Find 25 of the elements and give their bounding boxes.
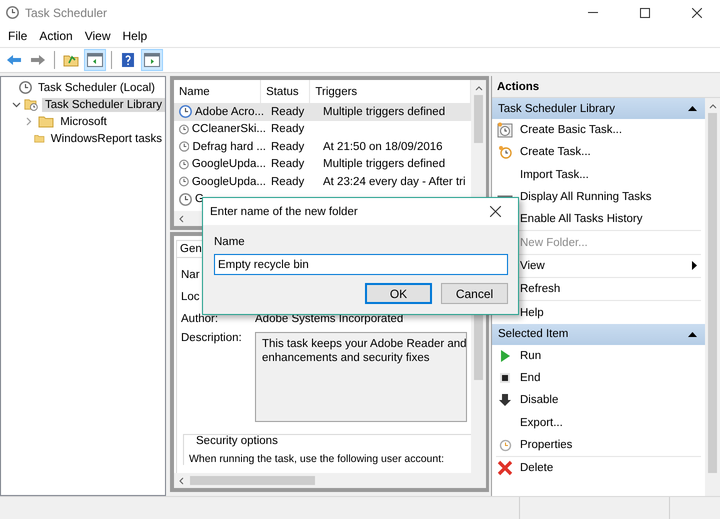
table-cell: At 21:50 on 18/09/2016 <box>323 140 443 153</box>
table-cell: Multiple triggers defined <box>323 158 446 170</box>
dialog-title: Enter name of the new folder <box>210 206 358 218</box>
security-text: When running the task, use the following user account: <box>189 453 446 465</box>
field-label: Author: <box>181 313 220 325</box>
table-cell: GoogleUpda... <box>192 176 266 188</box>
field-label: Nar <box>181 269 201 281</box>
group-title: Security options <box>194 435 280 447</box>
field-value: Adobe Systems Incorporated <box>255 313 404 325</box>
field-label: Loc <box>181 291 201 303</box>
window-title: Task Scheduler <box>25 6 108 20</box>
table-cell: Ready <box>271 158 304 170</box>
table-cell: Ready <box>271 106 304 118</box>
table-cell: Multiple triggers defined <box>323 106 446 118</box>
table-cell: Ready <box>271 140 304 153</box>
table-cell: GoogleUpda... <box>192 158 266 170</box>
table-cell: At 23:24 every day - After tri <box>323 176 466 188</box>
field-label: Name <box>214 236 246 248</box>
table-cell: Ready <box>271 176 304 188</box>
table-cell: Defrag hard ... <box>192 140 266 153</box>
table-cell: Adobe Acro... <box>195 106 264 118</box>
field-label: Description: <box>181 332 243 346</box>
table-cell: CCleanerSki... <box>192 123 266 136</box>
table-cell: Ready <box>271 123 304 136</box>
actions-header: Actions <box>492 76 720 98</box>
